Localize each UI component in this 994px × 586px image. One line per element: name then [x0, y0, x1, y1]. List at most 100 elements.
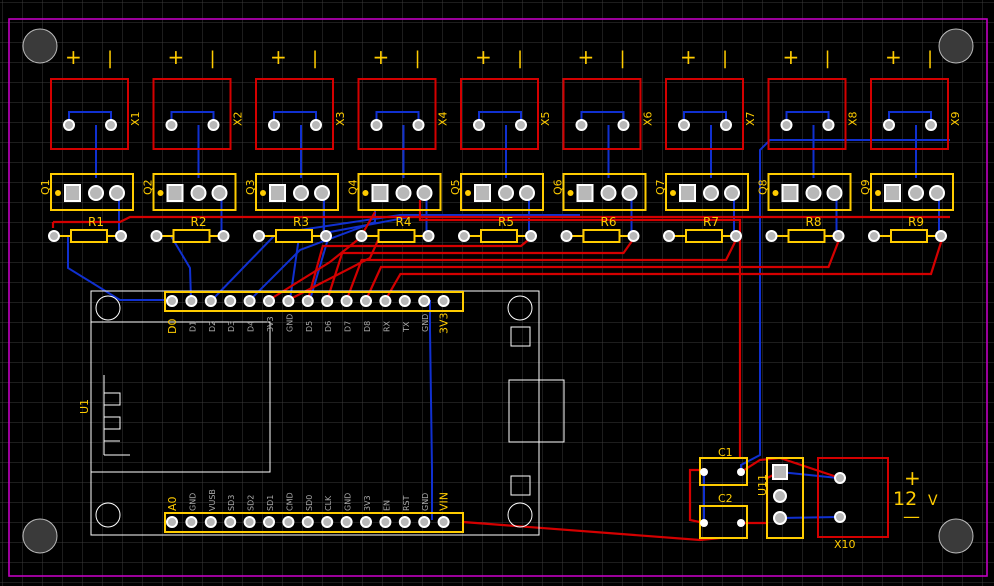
pad [773, 511, 787, 525]
pin-bottom [418, 516, 431, 528]
pin-bottom [360, 516, 372, 528]
terminal-minus-sign: | [620, 48, 626, 69]
pin-bottom [301, 516, 314, 528]
pin-top [166, 295, 178, 307]
pin-top [282, 295, 295, 307]
mounting-hole [938, 518, 974, 554]
pad [314, 185, 330, 201]
pad [370, 119, 383, 131]
pad [868, 230, 880, 242]
resistor-label: R5 [498, 215, 514, 229]
transistor-label: Q7 [654, 179, 667, 195]
pin-label-bottom: CLK [324, 495, 333, 511]
terminal-plus-sign: + [475, 45, 492, 69]
pin-label-top: D0 [166, 319, 179, 334]
pad [166, 184, 184, 202]
pad [773, 489, 787, 503]
pad [165, 119, 178, 131]
pad [822, 119, 835, 131]
terminal-plus-sign: + [168, 45, 185, 69]
pin-top [185, 295, 198, 307]
terminal-minus-sign: | [722, 48, 728, 69]
pin-label-top: D5 [305, 321, 314, 332]
terminal-minus-sign: | [415, 48, 421, 69]
pin-top [224, 295, 237, 307]
pad [883, 119, 895, 131]
mounting-hole [22, 28, 58, 64]
pad [63, 119, 75, 131]
pad [217, 230, 230, 242]
pin1-marker-icon [875, 190, 881, 196]
pad [805, 185, 822, 201]
resistor-label: R4 [396, 215, 412, 229]
pad [207, 119, 220, 131]
pin-top [321, 295, 334, 307]
terminal-plus-sign: + [783, 45, 800, 69]
resistor-body [480, 229, 518, 243]
terminal-minus-sign: | [312, 48, 318, 69]
pin-label-bottom: GND [421, 493, 430, 511]
pad [458, 230, 470, 242]
terminal-plus-sign: + [270, 45, 287, 69]
pad [109, 185, 125, 201]
pin-label-top: GND [285, 314, 294, 332]
pin-top [301, 295, 314, 307]
pin-top [360, 295, 372, 307]
pad [724, 185, 740, 201]
pad [269, 184, 286, 202]
mounting-hole [938, 28, 974, 64]
pin1-marker-icon [260, 190, 266, 196]
pin-label-bottom: RST [402, 495, 411, 511]
pad [737, 519, 745, 527]
transistor-label: Q2 [142, 179, 155, 195]
pin1-marker-icon [772, 190, 779, 196]
terminal-minus-sign: | [825, 48, 831, 69]
pin1-marker-icon [157, 190, 164, 196]
pad [703, 185, 719, 201]
pin-label-top: D4 [247, 321, 256, 332]
pcb-layout: + | X1 + | X2 + | X3 + | X4 + | X5 + | X6 + | X7 + | X8 + | X9 Q1 Q… [0, 0, 994, 586]
pad [781, 184, 799, 202]
pad [908, 185, 924, 201]
pin-bottom [243, 516, 256, 528]
transistor-label: Q8 [757, 179, 770, 195]
pad [560, 230, 573, 242]
pad [310, 119, 322, 131]
resistor-label: R2 [191, 215, 207, 229]
pin-top [340, 295, 353, 307]
pad [416, 185, 433, 201]
pad [48, 230, 60, 242]
pin-bottom [437, 516, 450, 528]
pin-label-bottom: SD2 [247, 495, 256, 511]
terminal-label: X9 [949, 111, 962, 126]
pad [211, 185, 228, 201]
pad [498, 185, 514, 201]
resistor-label: R6 [601, 215, 617, 229]
pin-label-bottom: GND [344, 493, 353, 511]
pin1-marker-icon [465, 190, 471, 196]
pad [929, 185, 945, 201]
pin-top [263, 295, 275, 307]
pin-label-top: TX [402, 321, 411, 333]
transistor-label: Q4 [347, 179, 360, 195]
power-terminal-label: X10 [834, 538, 856, 551]
terminal-label: X4 [437, 111, 450, 126]
mounting-hole [22, 518, 58, 554]
pad [935, 230, 947, 242]
pin-label-bottom: VIN [438, 492, 451, 511]
pin-top [437, 295, 450, 307]
pad [371, 184, 389, 202]
pin-label-bottom: VUSB [208, 489, 217, 511]
pin-label-top: GND [421, 314, 430, 332]
pad [780, 119, 793, 131]
resistor-label: R1 [88, 215, 104, 229]
terminal-label: X5 [539, 111, 552, 126]
terminal-minus-sign: | [107, 48, 113, 69]
resistor-body [685, 229, 723, 243]
pin1-marker-icon [670, 190, 676, 196]
pin1-marker-icon [55, 190, 61, 196]
pad [679, 184, 696, 202]
pin-top [418, 295, 431, 307]
pin-label-top: D1 [188, 321, 197, 332]
pad [700, 468, 708, 476]
